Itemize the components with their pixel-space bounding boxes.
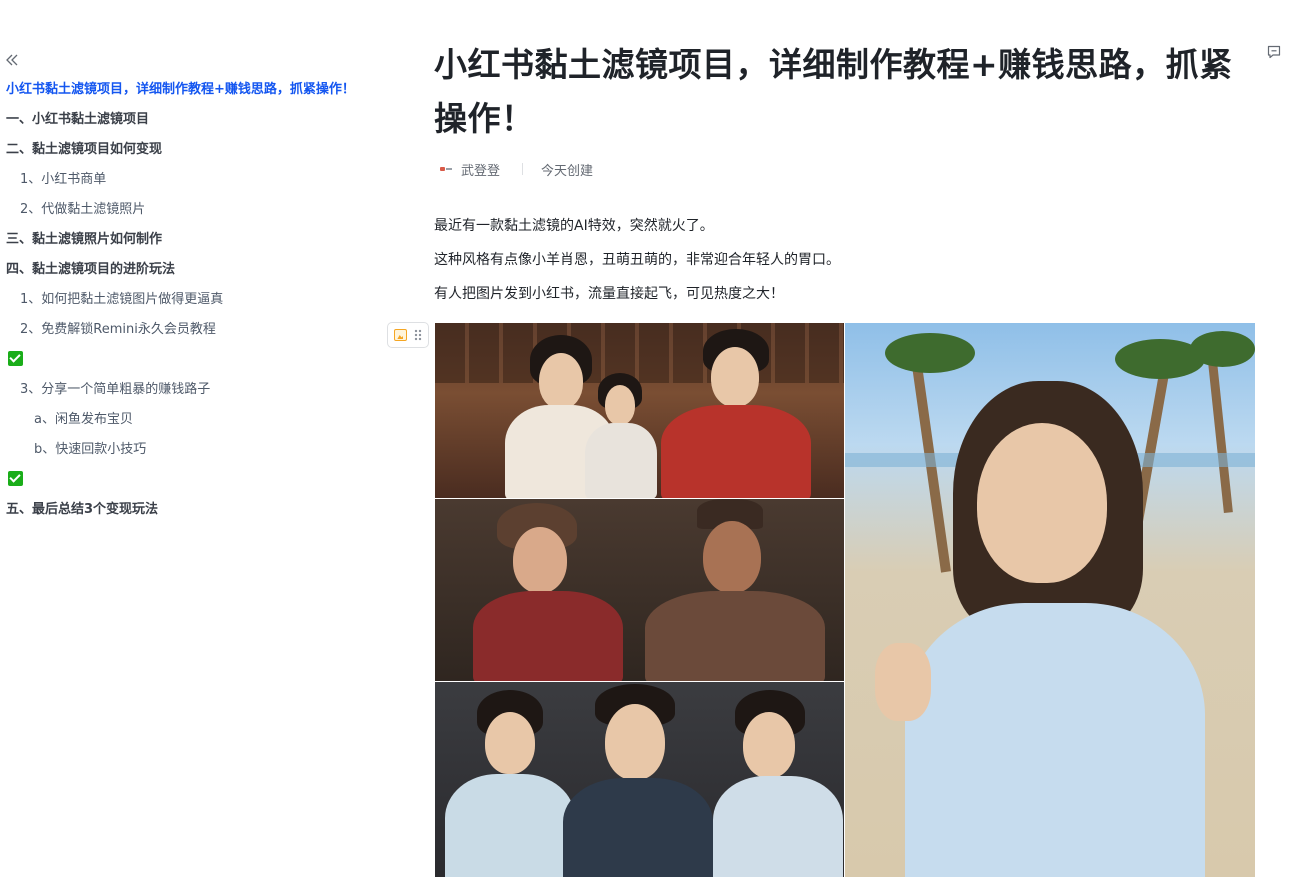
outline-item[interactable]: 一、小红书黏土滤镜项目 <box>0 108 380 138</box>
table-of-contents: 小红书黏土滤镜项目，详细制作教程+赚钱思路，抓紧操作！ 一、小红书黏土滤镜项目 二、… <box>0 78 380 528</box>
outline-item[interactable]: b、快速回款小技巧 <box>0 438 380 468</box>
outline-check-item[interactable] <box>0 468 380 498</box>
image-block-icon <box>394 329 408 341</box>
outline-item[interactable]: 四、黏土滤镜项目的进阶玩法 <box>0 258 380 288</box>
meta-divider <box>522 163 524 175</box>
qing-court-clay-figures-middle <box>435 499 844 681</box>
beach-clay-girl <box>845 323 1255 877</box>
clay-filter-image[interactable] <box>435 323 1255 877</box>
outline-item[interactable]: 2、代做黏土滤镜照片 <box>0 198 380 228</box>
comment-icon[interactable] <box>1266 44 1282 60</box>
paragraph: 最近有一款黏土滤镜的AI特效，突然就火了。 <box>434 218 714 234</box>
document-meta: 武登登 今天创建 <box>440 158 593 180</box>
outline-item[interactable]: 三、黏土滤镜照片如何制作 <box>0 228 380 258</box>
avatar[interactable] <box>440 165 454 173</box>
outline-item[interactable]: 3、分享一个简单粗暴的赚钱路子 <box>0 378 380 408</box>
block-drag-handle[interactable] <box>387 322 429 348</box>
qing-court-clay-figures-top <box>435 323 844 498</box>
outline-item[interactable]: 五、最后总结3个变现玩法 <box>0 498 380 528</box>
collapse-outline-button[interactable] <box>4 52 22 70</box>
paragraph: 有人把图片发到小红书，流量直接起飞，可见热度之大！ <box>434 286 784 302</box>
outline-item[interactable]: 2、免费解锁Remini永久会员教程 <box>0 318 380 348</box>
qing-court-clay-figures-bottom <box>435 682 844 877</box>
double-chevron-left-icon <box>6 54 18 66</box>
outline-check-item[interactable] <box>0 348 380 378</box>
outline-item[interactable]: 1、如何把黏土滤镜图片做得更逼真 <box>0 288 380 318</box>
paragraph: 这种风格有点像小羊肖恩，丑萌丑萌的，非常迎合年轻人的胃口。 <box>434 252 840 268</box>
author-name[interactable]: 武登登 <box>461 160 500 179</box>
check-mark-button-icon <box>8 471 23 486</box>
document-title: 小红书黏土滤镜项目，详细制作教程+赚钱思路，抓紧操作！ <box>434 45 1233 138</box>
check-mark-button-icon <box>8 351 23 366</box>
outline-item-current[interactable]: 小红书黏土滤镜项目，详细制作教程+赚钱思路，抓紧操作！ <box>0 78 380 108</box>
outline-item[interactable]: a、闲鱼发布宝贝 <box>0 408 380 438</box>
drag-dots-icon <box>413 329 422 341</box>
created-time: 今天创建 <box>541 163 594 179</box>
outline-item[interactable]: 1、小红书商单 <box>0 168 380 198</box>
outline-item[interactable]: 二、黏土滤镜项目如何变现 <box>0 138 380 168</box>
